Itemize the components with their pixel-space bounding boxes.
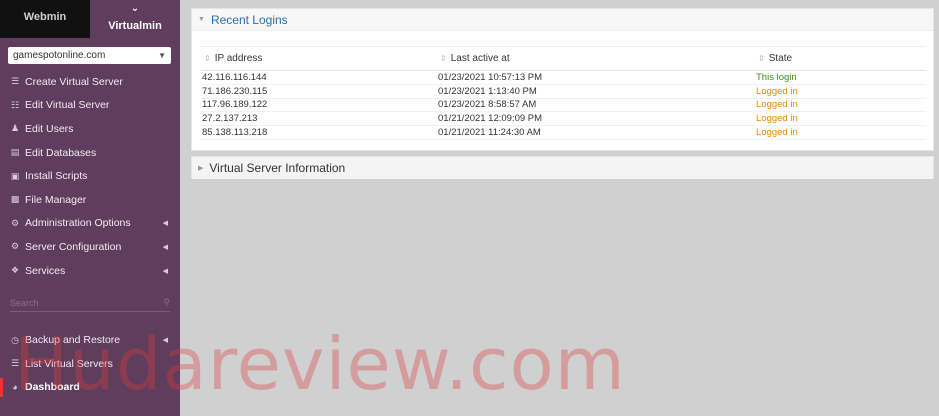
- sort-icon: ⇕: [440, 54, 447, 63]
- plus-icon: ☰: [10, 76, 20, 87]
- puzzle-icon: ❖: [10, 265, 20, 276]
- sidebar-item-list-virtual-servers[interactable]: ☰ List Virtual Servers: [0, 352, 180, 376]
- sidebar-item-create-virtual-server[interactable]: ☰ Create Virtual Server: [0, 70, 180, 94]
- sidebar-search[interactable]: Search ⚲: [10, 294, 170, 313]
- expand-triangle-icon: ▶: [198, 165, 204, 172]
- folder-icon: ▩: [10, 194, 20, 205]
- sidebar-item-dashboard[interactable]: ◕ Dashboard: [0, 376, 180, 400]
- sidebar-item-backup-and-restore[interactable]: ◷ Backup and Restore ◀: [0, 328, 180, 352]
- tab-virtualmin[interactable]: ⌄ Virtualmin: [90, 0, 180, 38]
- gear-icon: ⚙: [10, 217, 20, 228]
- cell-last-active: 01/21/2021 11:24:30 AM: [437, 125, 755, 140]
- tab-virtualmin-label: Virtualmin: [108, 20, 162, 32]
- domain-select[interactable]: gamespotonline.com ▼: [8, 47, 171, 64]
- table-row: 85.138.113.218 01/21/2021 11:24:30 AM Logg…: [201, 125, 926, 140]
- recent-logins-title: Recent Logins: [210, 12, 288, 27]
- cell-ip: 27.2.137.213: [201, 111, 437, 127]
- search-icon: ⚲: [163, 297, 170, 308]
- dashboard-icon: ◕: [12, 382, 18, 393]
- sidebar-item-services[interactable]: ❖ Services ◀: [0, 259, 180, 283]
- cell-state: Logged in: [755, 111, 926, 127]
- cell-ip: 85.138.113.218: [201, 125, 437, 140]
- database-icon: ▤: [10, 147, 20, 158]
- cell-last-active: 01/23/2021 10:57:13 PM: [437, 70, 755, 85]
- caret-left-icon: ◀: [162, 337, 168, 345]
- column-header-last-active[interactable]: ⇕ Last active at: [437, 46, 755, 71]
- column-header-ip[interactable]: ⇕ IP address: [201, 46, 437, 71]
- chevron-down-icon: ⌄: [130, 3, 140, 14]
- sidebar: Webmin ⌄ Virtualmin gamespotonline.com ▼…: [0, 0, 180, 416]
- sidebar-item-label: Dashboard: [25, 381, 80, 394]
- cell-state: Logged in: [755, 125, 926, 140]
- collapse-triangle-icon: ▼: [198, 16, 205, 23]
- table-row: 71.186.230.115 01/23/2021 1:13:40 PM Logge…: [201, 84, 926, 99]
- sort-icon: ⇕: [204, 54, 211, 63]
- cogs-icon: ⚙: [10, 241, 20, 252]
- main-content: ▼ Recent Logins ⇕ IP address ⇕ Last active…: [180, 0, 939, 416]
- cell-last-active: 01/23/2021 1:13:40 PM: [437, 84, 755, 99]
- cell-ip: 42.116.116.144: [201, 70, 437, 85]
- sidebar-menu-bottom: ◷ Backup and Restore ◀ ☰ List Virtual Server…: [0, 328, 180, 399]
- users-icon: ♟: [10, 123, 20, 134]
- sidebar-item-label: Create Virtual Server: [25, 75, 123, 88]
- history-icon: ◷: [11, 334, 19, 345]
- table-row: 27.2.137.213 01/21/2021 12:09:09 PM Logged…: [201, 111, 926, 127]
- caret-down-icon: ▼: [158, 51, 166, 60]
- terminal-icon: ▣: [10, 170, 20, 181]
- sidebar-item-server-configuration[interactable]: ⚙ Server Configuration ◀: [0, 235, 180, 259]
- sidebar-item-label: Edit Databases: [25, 146, 97, 159]
- column-header-ip-label: IP address: [214, 53, 263, 64]
- cell-state: Logged in: [755, 84, 926, 99]
- cell-state: Logged in: [755, 98, 926, 113]
- caret-left-icon: ◀: [162, 267, 168, 275]
- sidebar-item-edit-virtual-server[interactable]: ☷ Edit Virtual Server: [0, 94, 180, 118]
- sidebar-item-label: Services: [25, 264, 66, 277]
- virtual-server-info-header[interactable]: ▶ Virtual Server Information: [192, 157, 933, 179]
- sidebar-item-edit-users[interactable]: ♟ Edit Users: [0, 117, 180, 141]
- column-header-last-active-label: Last active at: [450, 53, 510, 64]
- sidebar-item-edit-databases[interactable]: ▤ Edit Databases: [0, 141, 180, 165]
- table-row: 117.96.189.122 01/23/2021 8:58:57 AM Logge…: [201, 98, 926, 113]
- table-row: 42.116.116.144 01/23/2021 10:57:13 PM This…: [201, 70, 926, 85]
- sidebar-item-label: Edit Virtual Server: [25, 99, 110, 112]
- cell-last-active: 01/23/2021 8:58:57 AM: [437, 98, 755, 113]
- top-tabs: Webmin ⌄ Virtualmin: [0, 0, 180, 38]
- cell-ip: 117.96.189.122: [201, 98, 437, 113]
- cell-last-active: 01/21/2021 12:09:09 PM: [437, 111, 755, 127]
- sidebar-item-label: Server Configuration: [25, 240, 122, 253]
- sidebar-item-install-scripts[interactable]: ▣ Install Scripts: [0, 164, 180, 188]
- sidebar-menu: ☰ Create Virtual Server ☷ Edit Virtual Serv…: [0, 70, 180, 282]
- sidebar-item-label: File Manager: [25, 193, 87, 206]
- column-header-state[interactable]: ⇕ State: [755, 46, 926, 71]
- column-header-state-label: State: [768, 53, 793, 64]
- list-icon: ☰: [10, 358, 20, 369]
- cell-ip: 71.186.230.115: [201, 84, 437, 99]
- domain-select-value: gamespotonline.com: [13, 50, 106, 61]
- virtual-server-info-panel: ▶ Virtual Server Information: [191, 156, 934, 179]
- sidebar-item-label: Backup and Restore: [25, 334, 121, 347]
- sliders-icon: ☷: [10, 99, 20, 110]
- sidebar-item-label: List Virtual Servers: [25, 357, 113, 370]
- search-input[interactable]: Search: [10, 298, 39, 308]
- caret-left-icon: ◀: [162, 243, 168, 251]
- sidebar-item-label: Edit Users: [25, 122, 74, 135]
- sidebar-item-administration-options[interactable]: ⚙ Administration Options ◀: [0, 212, 180, 236]
- virtual-server-info-title: Virtual Server Information: [209, 161, 346, 175]
- sort-icon: ⇕: [758, 54, 765, 63]
- recent-logins-panel: ▼ Recent Logins ⇕ IP address ⇕ Last active…: [191, 8, 934, 151]
- tab-webmin[interactable]: Webmin: [0, 0, 90, 38]
- sidebar-item-file-manager[interactable]: ▩ File Manager: [0, 188, 180, 212]
- sidebar-item-label: Install Scripts: [25, 170, 88, 183]
- sidebar-item-label: Administration Options: [25, 217, 131, 230]
- recent-logins-header[interactable]: ▼ Recent Logins: [192, 9, 933, 31]
- recent-logins-table: ⇕ IP address ⇕ Last active at ⇕ State 42.11…: [201, 46, 926, 140]
- cell-state: This login: [755, 70, 926, 85]
- caret-left-icon: ◀: [162, 220, 168, 228]
